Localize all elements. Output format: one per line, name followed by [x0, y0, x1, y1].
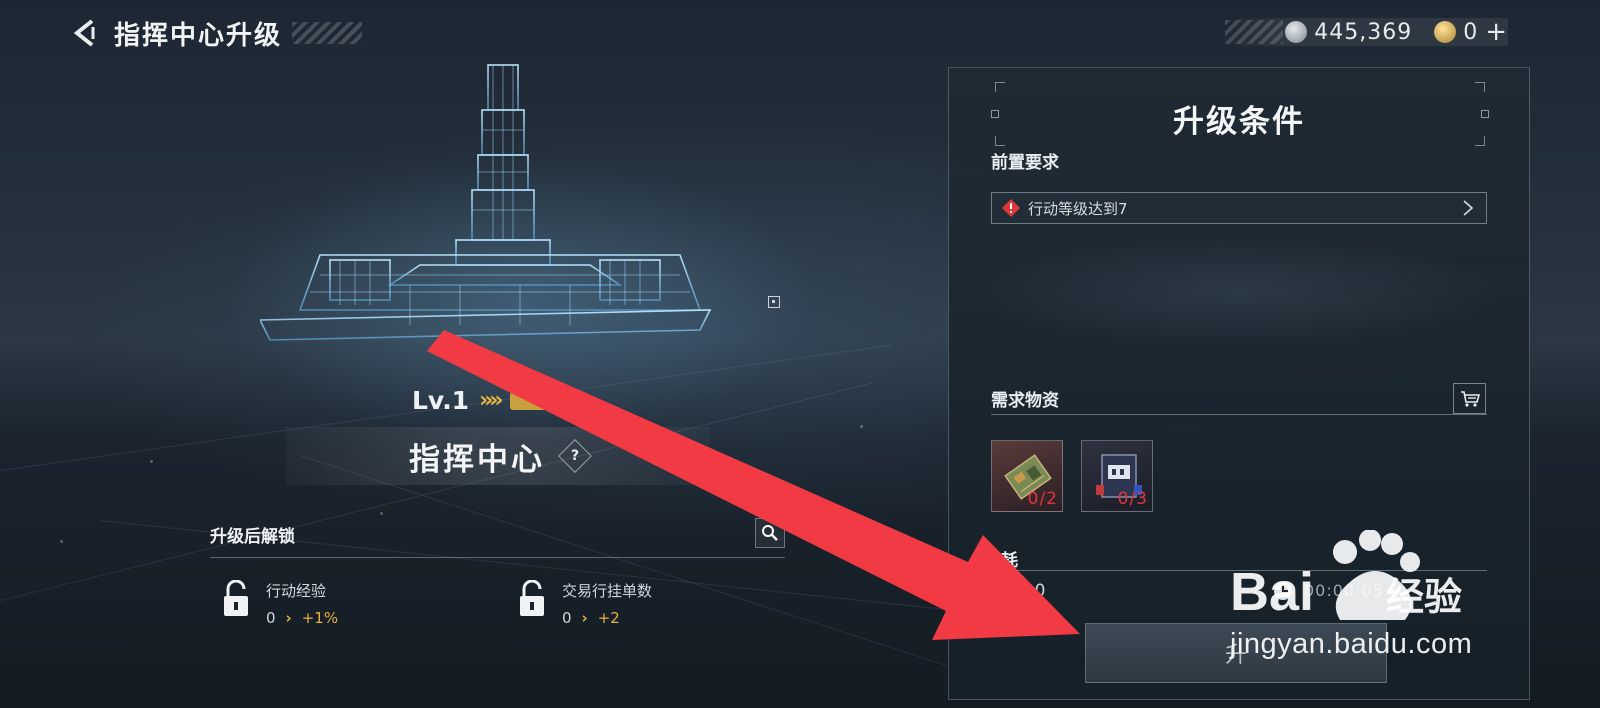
watermark-url: jingyan.baidu.com: [1230, 628, 1473, 660]
level-up-arrows-icon: »»: [479, 388, 504, 413]
prereq-label: 前置要求: [991, 153, 1059, 173]
view-marker-icon: [768, 296, 780, 308]
unlock-gain-value: +1%: [301, 609, 339, 627]
unlock-item-name: 交易行挂单数: [562, 582, 653, 600]
unlock-item-text: 交易行挂单数 0 › +2: [562, 580, 652, 627]
chevron-right-icon: ›: [581, 609, 588, 627]
building-name-plate: 指挥中心 ?: [286, 427, 710, 485]
help-icon[interactable]: ?: [558, 439, 592, 473]
building-level: Lv.1: [412, 386, 470, 415]
panel-title: 升级条件: [1173, 104, 1305, 140]
cost-label: 耗: [1001, 551, 1018, 571]
shop-cart-button[interactable]: [1453, 383, 1486, 414]
silver-currency: 445,369: [1285, 20, 1412, 45]
back-arrow-icon: [73, 19, 95, 47]
unlock-item-text: 行动经验 0 › +1%: [266, 580, 338, 627]
unlock-item-values: 0 › +2: [562, 609, 652, 627]
unlock-gain-value: +2: [597, 609, 620, 627]
blurred-region: [969, 236, 1509, 346]
material-slot[interactable]: 0/3: [1081, 440, 1153, 512]
chevron-right-icon: ›: [285, 609, 292, 627]
unlock-item: 行动经验 0 › +1%: [222, 580, 338, 627]
silver-coin-icon: [1285, 21, 1308, 43]
frame-corner: [1475, 82, 1485, 92]
svg-text:Bai: Bai: [1230, 562, 1314, 622]
search-icon: [762, 525, 778, 541]
unlock-title: 升级后解锁: [210, 527, 295, 547]
gold-currency: 0 +: [1434, 19, 1508, 45]
floor-grid-line: [0, 382, 874, 601]
unlock-item-name: 行动经验: [266, 582, 327, 600]
gold-amount: 0: [1463, 19, 1479, 45]
level-row: Lv.1 »»: [412, 386, 570, 415]
floor-dot: [720, 470, 723, 473]
building-name: 指挥中心: [409, 441, 545, 478]
material-slot[interactable]: 0/2: [991, 440, 1063, 512]
floor-grid-line: [299, 455, 966, 673]
floor-dot: [380, 512, 383, 515]
add-currency-button[interactable]: +: [1485, 19, 1508, 45]
top-header: 指挥中心升级: [70, 16, 363, 51]
chevron-right-icon: [1463, 200, 1474, 216]
floor-dot: [60, 540, 63, 543]
unlock-current-value: 0: [562, 609, 572, 627]
unlock-padlock-icon: [224, 580, 248, 616]
gold-coin-icon: [1434, 21, 1457, 43]
shopping-cart-icon: [1460, 390, 1480, 407]
unlock-item-values: 0 › +1%: [266, 609, 338, 627]
unlock-item: 交易行挂单数 0 › +2: [518, 580, 652, 627]
floor-dot: [150, 460, 153, 463]
next-level-indicator: [509, 391, 570, 410]
command-center-hologram: [260, 64, 712, 341]
unlock-current-value: 0: [266, 609, 276, 627]
cost-value: 000: [1011, 581, 1047, 601]
floor-dot: [860, 425, 863, 428]
currency-bar: 445,369 0 +: [1225, 18, 1508, 46]
section-divider: [991, 414, 1487, 415]
silver-amount: 445,369: [1314, 19, 1413, 45]
material-count: 0/2: [1027, 489, 1058, 509]
warning-icon: [1002, 199, 1020, 217]
unlock-section-header: 升级后解锁: [210, 518, 785, 558]
prereq-row[interactable]: 行动等级达到7: [991, 192, 1487, 224]
prereq-text: 行动等级达到7: [1028, 199, 1128, 218]
material-count: 0/3: [1117, 489, 1148, 509]
svg-text:经验: 经验: [1386, 575, 1462, 619]
unlock-padlock-icon: [520, 580, 544, 616]
back-button[interactable]: [70, 16, 100, 50]
materials-label: 需求物资: [991, 391, 1059, 411]
page-title: 指挥中心升级: [114, 20, 283, 51]
title-stripes-decoration: [292, 22, 363, 44]
frame-corner: [995, 82, 1005, 92]
search-button[interactable]: [755, 518, 785, 548]
